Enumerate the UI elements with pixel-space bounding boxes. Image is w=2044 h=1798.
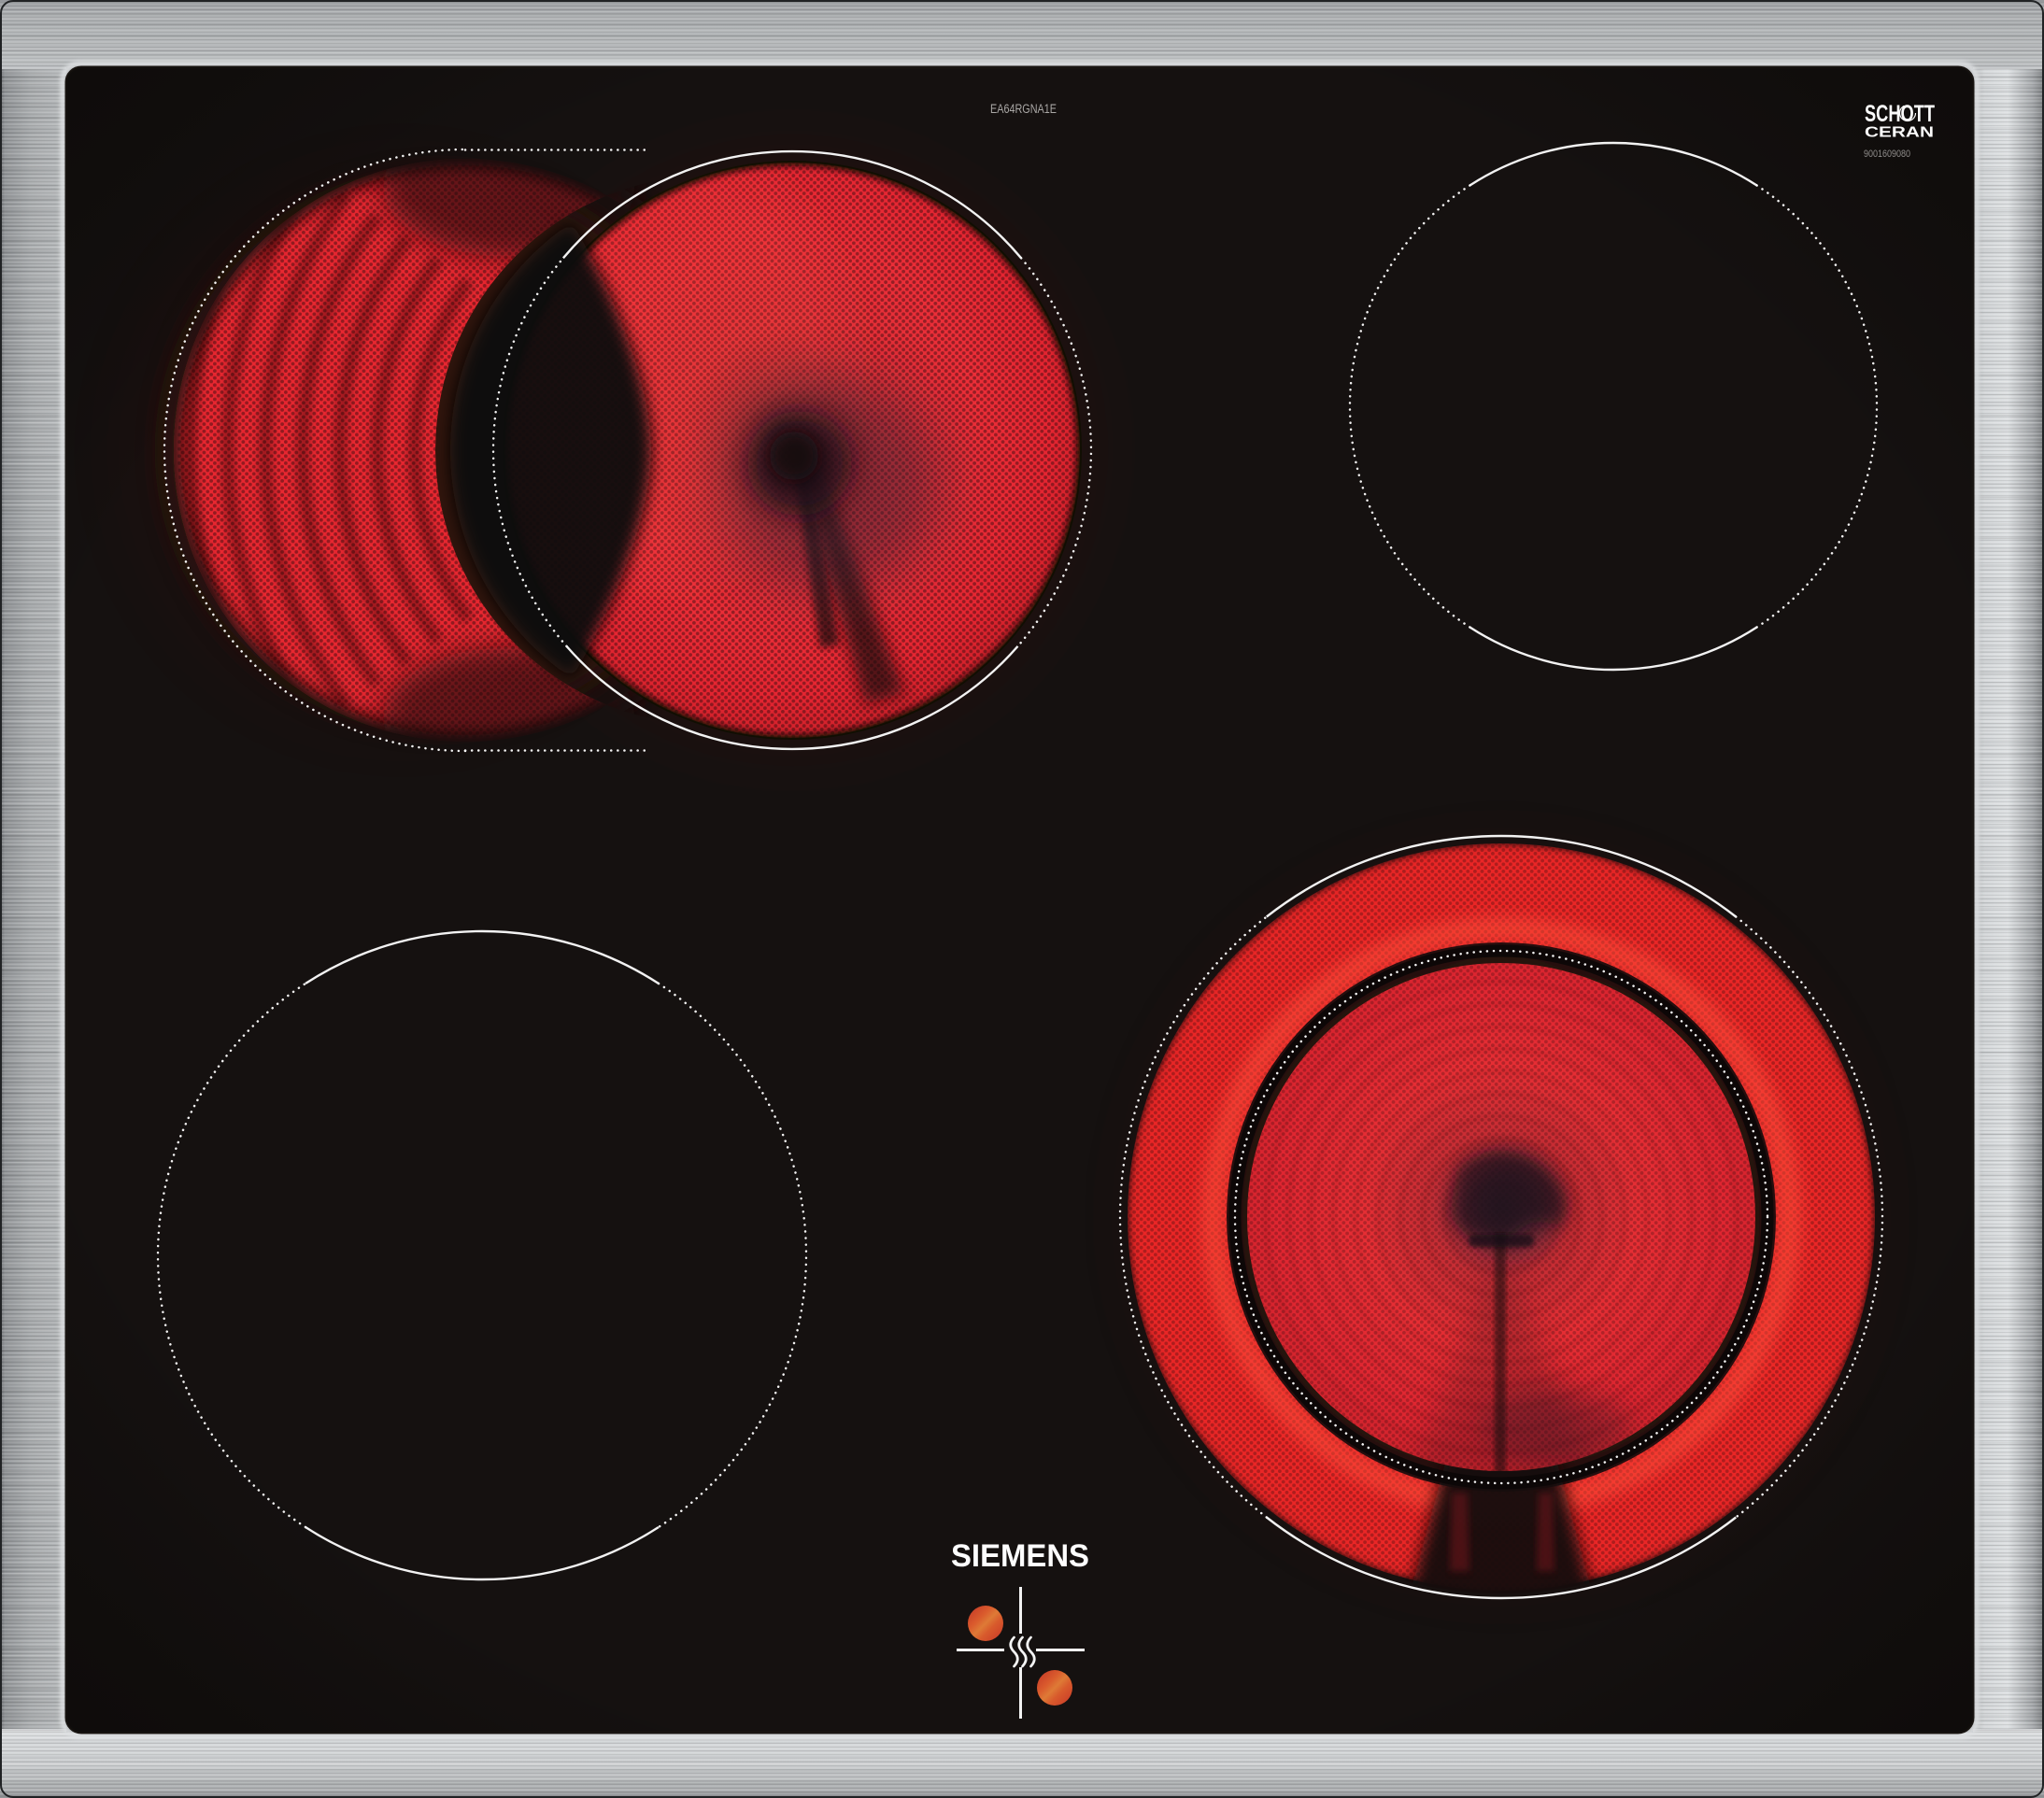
svg-text:EA64RGNA1E: EA64RGNA1E (990, 102, 1057, 116)
svg-text:CERAN: CERAN (1865, 125, 1934, 141)
svg-text:9001609080: 9001609080 (1864, 149, 1910, 160)
svg-text:SIEMENS: SIEMENS (951, 1538, 1089, 1574)
